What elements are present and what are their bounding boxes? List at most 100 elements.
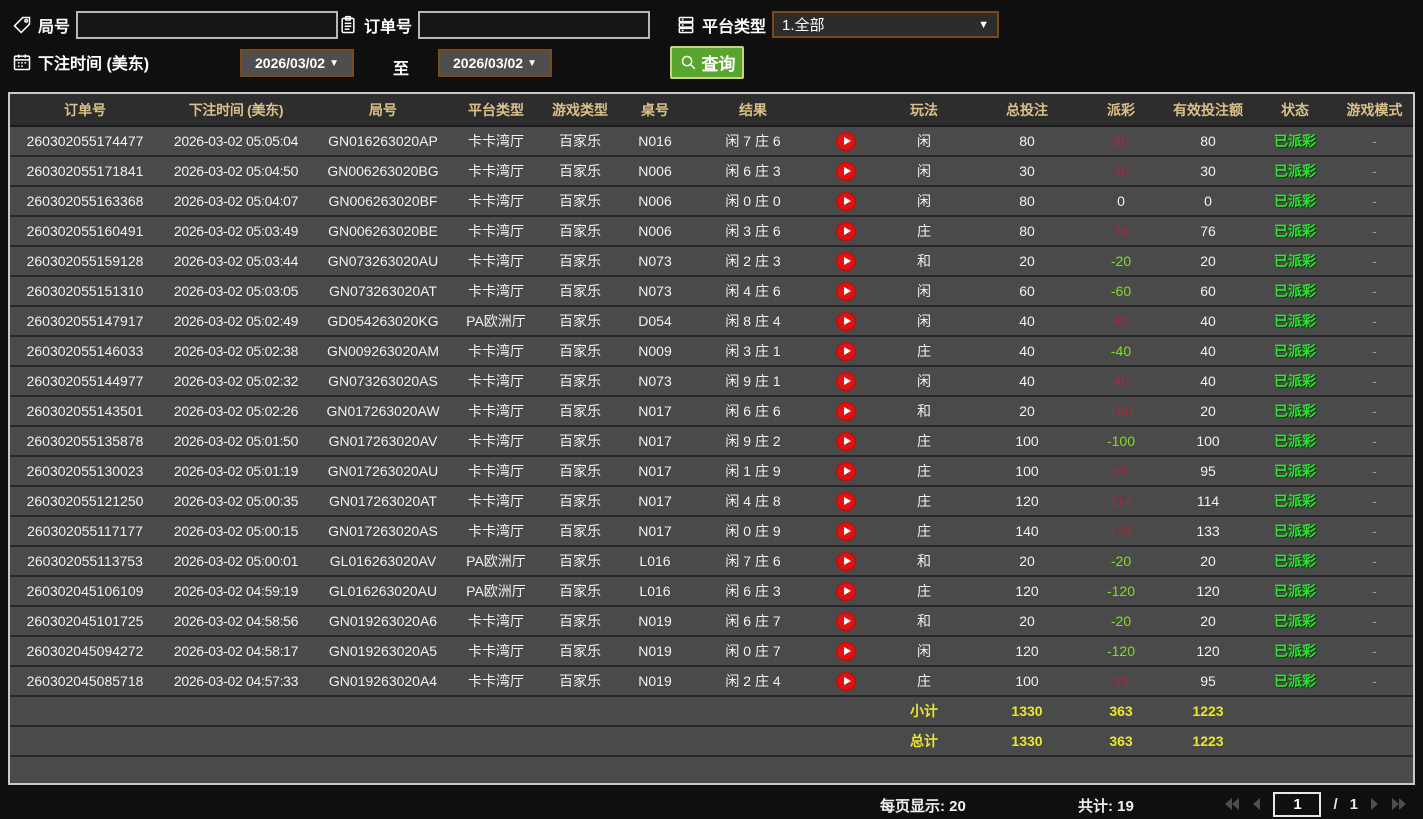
bet-records-table: 订单号 下注时间 (美东) 局号 平台类型 游戏类型 桌号 结果 玩法 总投注 派彩 有效投注额 状态…	[8, 92, 1415, 785]
play-video-icon[interactable]	[836, 641, 856, 661]
search-button[interactable]: 查询	[670, 46, 744, 79]
cell-bet: 20	[1019, 403, 1035, 419]
play-video-icon[interactable]	[836, 671, 856, 691]
cell-valid: 40	[1200, 373, 1216, 389]
last-page-icon[interactable]	[1391, 798, 1407, 810]
total-payout: 363	[1109, 733, 1133, 749]
cell-status: 已派彩	[1274, 643, 1316, 659]
subtotal-table	[622, 697, 688, 725]
cell-status: 已派彩	[1274, 553, 1316, 569]
cell-round: GN073263020AT	[329, 283, 437, 299]
play-video-icon[interactable]	[836, 131, 856, 151]
cell-table: N019	[638, 643, 672, 659]
play-video-icon[interactable]	[836, 461, 856, 481]
cell-platform: 卡卡湾厅	[468, 433, 524, 449]
cell-platform: PA欧洲厅	[466, 553, 526, 569]
page-separator: /	[1333, 795, 1338, 813]
cell-round: GN019263020A4	[328, 673, 438, 689]
play-video-icon[interactable]	[836, 611, 856, 631]
play-video-icon[interactable]	[836, 221, 856, 241]
cell-mode: -	[1372, 223, 1377, 239]
cell-order: 260302045085718	[26, 673, 144, 689]
cell-order: 260302055144977	[26, 373, 144, 389]
page-number-input[interactable]	[1273, 791, 1322, 817]
cell-wager: 闲	[917, 313, 931, 329]
cell-result: 闲 3 庄 1	[725, 343, 781, 359]
play-video-icon[interactable]	[836, 401, 856, 421]
cell-mode: -	[1372, 253, 1377, 269]
cell-bet: 40	[1019, 313, 1035, 329]
cell-payout: -20	[1110, 613, 1132, 629]
cell-mode: -	[1372, 373, 1377, 389]
table-row: 260302055147917 2026-03-02 05:02:49 GD0542…	[10, 307, 1413, 337]
header-bet: 总投注	[1006, 101, 1048, 118]
cell-table: N006	[638, 193, 672, 209]
cell-game: 百家乐	[559, 403, 601, 419]
play-video-icon[interactable]	[836, 521, 856, 541]
cell-mode: -	[1372, 493, 1377, 509]
date-from-picker[interactable]: 2026/03/02 ▼	[240, 49, 354, 77]
total-order	[10, 727, 160, 755]
cell-status: 已派彩	[1274, 343, 1316, 359]
play-video-icon[interactable]	[836, 281, 856, 301]
dropdown-arrow-icon: ▼	[527, 57, 537, 69]
cell-table: D054	[638, 313, 672, 329]
table-row: 260302055117177 2026-03-02 05:00:15 GN0172…	[10, 517, 1413, 547]
cell-time: 2026-03-02 05:02:49	[173, 313, 299, 329]
play-video-icon[interactable]	[836, 431, 856, 451]
next-page-icon[interactable]	[1370, 798, 1379, 810]
play-video-icon[interactable]	[836, 191, 856, 211]
table-row: 260302055144977 2026-03-02 05:02:32 GN0732…	[10, 367, 1413, 397]
cell-mode: -	[1372, 613, 1377, 629]
cell-platform: 卡卡湾厅	[468, 463, 524, 479]
cell-order: 260302045106109	[26, 583, 144, 599]
cell-order: 260302055117177	[27, 523, 143, 539]
play-video-icon[interactable]	[836, 311, 856, 331]
cell-mode: -	[1372, 193, 1377, 209]
cell-mode: -	[1372, 583, 1377, 599]
play-video-icon[interactable]	[836, 581, 856, 601]
cell-status: 已派彩	[1274, 493, 1316, 509]
play-video-icon[interactable]	[836, 251, 856, 271]
play-video-icon[interactable]	[836, 161, 856, 181]
cell-wager: 闲	[917, 643, 931, 659]
cell-table: N017	[638, 403, 672, 419]
cell-play	[818, 547, 874, 575]
cell-result: 闲 2 庄 4	[725, 673, 781, 689]
table-header: 订单号 下注时间 (美东) 局号 平台类型 游戏类型 桌号 结果 玩法 总投注 派彩 有效投注额 状态…	[10, 94, 1413, 127]
dropdown-arrow-icon: ▼	[978, 18, 990, 31]
total-table	[622, 727, 688, 755]
cell-wager: 和	[917, 403, 931, 419]
cell-time: 2026-03-02 05:04:50	[173, 163, 299, 179]
date-from-value: 2026/03/02	[255, 55, 326, 71]
play-video-icon[interactable]	[836, 371, 856, 391]
order-input[interactable]	[418, 11, 651, 39]
cell-result: 闲 4 庄 8	[725, 493, 781, 509]
cell-status: 已派彩	[1274, 673, 1316, 689]
platform-select[interactable]: 1.全部 ▼	[772, 11, 1000, 38]
cell-payout: 0	[1117, 193, 1125, 209]
grand-total-text: 共计: 19	[1078, 795, 1134, 816]
cell-round: GN009263020AM	[326, 343, 440, 359]
prev-page-icon[interactable]	[1252, 798, 1261, 810]
cell-play	[818, 217, 874, 245]
first-page-icon[interactable]	[1224, 798, 1240, 810]
play-video-icon[interactable]	[836, 341, 856, 361]
cell-round: GN017263020AS	[328, 523, 438, 539]
cell-wager: 庄	[917, 343, 931, 359]
subtotal-wager: 小计	[910, 703, 938, 719]
cell-table: N019	[638, 613, 672, 629]
cell-mode: -	[1372, 403, 1377, 419]
cell-mode: -	[1372, 553, 1377, 569]
subtotal-play	[818, 697, 874, 725]
round-input[interactable]	[76, 11, 339, 39]
date-to-picker[interactable]: 2026/03/02 ▼	[438, 49, 552, 77]
cell-wager: 闲	[917, 373, 931, 389]
play-video-icon[interactable]	[836, 491, 856, 511]
subtotal-bet: 1330	[1011, 703, 1043, 719]
cell-payout: 76	[1113, 223, 1129, 239]
cell-play	[818, 397, 874, 425]
cell-game: 百家乐	[559, 493, 601, 509]
play-video-icon[interactable]	[836, 551, 856, 571]
cell-order: 260302055174477	[26, 133, 144, 149]
